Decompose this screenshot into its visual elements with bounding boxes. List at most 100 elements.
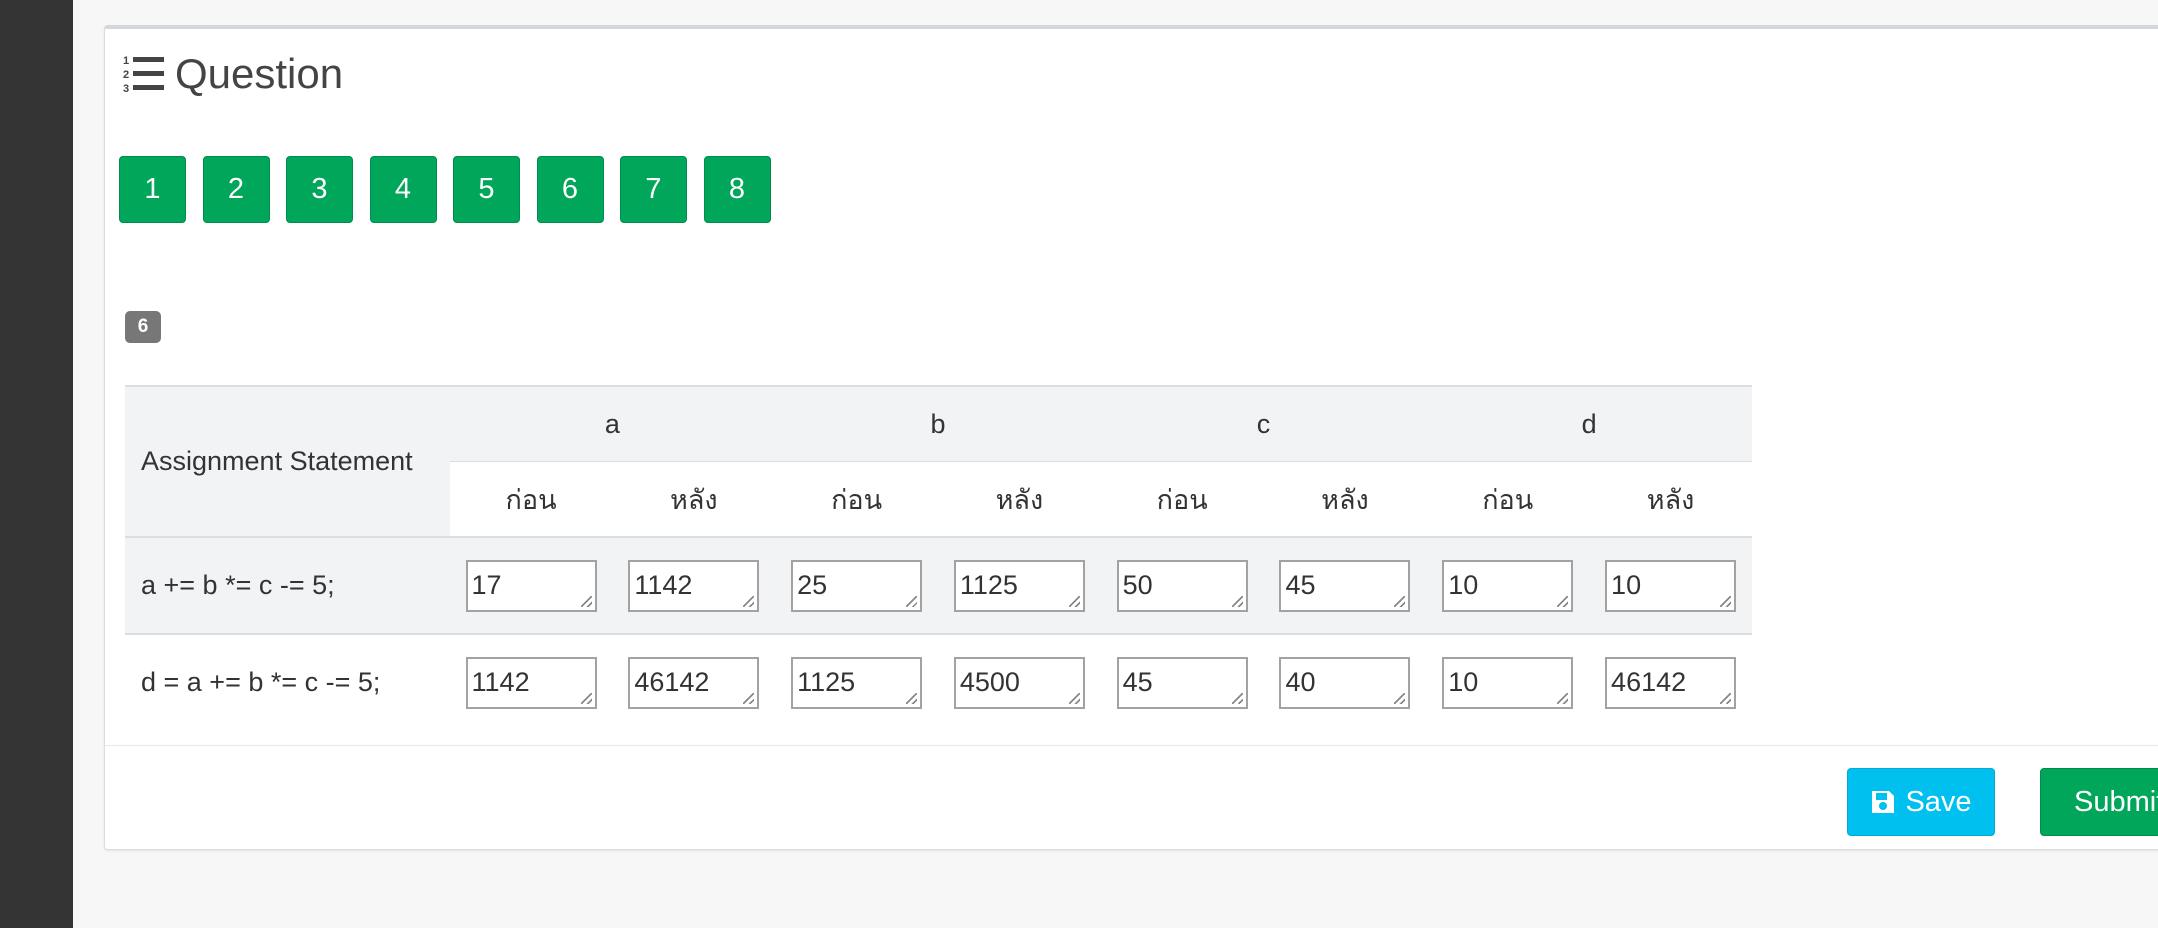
- resize-grip-icon[interactable]: [743, 692, 755, 704]
- value-text: 17: [471, 569, 502, 600]
- variable-header-d: d: [1426, 385, 1752, 462]
- svg-text:3: 3: [123, 83, 129, 94]
- value-textarea-a-before[interactable]: 1142: [465, 656, 597, 709]
- value-cell: 17: [450, 537, 613, 634]
- value-textarea-a-before[interactable]: 17: [465, 559, 597, 612]
- value-cell: 4500: [938, 634, 1101, 730]
- value-cell: 10: [1589, 537, 1752, 634]
- value-cell: 50: [1101, 537, 1264, 634]
- svg-text:1: 1: [123, 55, 129, 67]
- resize-grip-icon[interactable]: [1720, 595, 1732, 607]
- resize-grip-icon[interactable]: [1068, 595, 1080, 607]
- value-text: 45: [1285, 569, 1316, 600]
- value-text: 40: [1285, 666, 1316, 697]
- question-panel: 1 2 3 Question 12345678 6 Assignment Sta…: [104, 25, 2158, 850]
- value-textarea-b-before[interactable]: 1125: [791, 656, 923, 709]
- resize-grip-icon[interactable]: [743, 595, 755, 607]
- value-text: 50: [1122, 569, 1153, 600]
- value-textarea-c-before[interactable]: 45: [1116, 656, 1248, 709]
- assignment-statement: a += b *= c -= 5;: [141, 570, 335, 600]
- question-button-6[interactable]: 6: [536, 156, 604, 223]
- value-text: 10: [1611, 569, 1642, 600]
- value-text: 1142: [471, 666, 530, 697]
- variable-header-c: c: [1100, 385, 1427, 462]
- sidebar: [0, 0, 73, 928]
- value-cell: 46142: [1589, 634, 1752, 730]
- resize-grip-icon[interactable]: [1557, 595, 1569, 607]
- value-cell: 10: [1426, 537, 1589, 634]
- after-header: หลัง: [937, 461, 1101, 537]
- value-cell: 10: [1426, 634, 1589, 730]
- value-textarea-c-before[interactable]: 50: [1116, 559, 1248, 612]
- save-button-label: Save: [1905, 785, 1972, 818]
- value-cell: 1125: [775, 634, 938, 730]
- value-textarea-d-before[interactable]: 10: [1442, 559, 1574, 612]
- question-button-8[interactable]: 8: [703, 156, 771, 223]
- value-textarea-a-after[interactable]: 1142: [628, 559, 760, 612]
- resize-grip-icon[interactable]: [1557, 692, 1569, 704]
- value-cell: 46142: [612, 634, 775, 730]
- resize-grip-icon[interactable]: [1068, 692, 1080, 704]
- question-button-3[interactable]: 3: [286, 156, 353, 223]
- question-button-1[interactable]: 1: [119, 156, 186, 223]
- value-cell: 45: [1264, 537, 1427, 634]
- svg-text:2: 2: [123, 69, 129, 81]
- resize-grip-icon[interactable]: [1394, 595, 1406, 607]
- resize-grip-icon[interactable]: [1720, 692, 1732, 704]
- panel-title: Question: [175, 50, 344, 97]
- table-header-row-variables: Assignment Statement a b c d: [125, 385, 1752, 537]
- question-button-7[interactable]: 7: [620, 156, 687, 223]
- before-header: ก่อน: [775, 461, 938, 537]
- resize-grip-icon[interactable]: [906, 692, 918, 704]
- variable-header-b: b: [775, 385, 1101, 462]
- value-textarea-d-before[interactable]: 10: [1442, 656, 1574, 709]
- value-text: 25: [797, 569, 828, 600]
- value-textarea-b-before[interactable]: 25: [791, 559, 923, 612]
- after-header: หลัง: [1589, 461, 1752, 537]
- question-button-4[interactable]: 4: [369, 156, 437, 223]
- question-button-5[interactable]: 5: [453, 156, 520, 223]
- value-text: 1125: [797, 666, 856, 697]
- save-button[interactable]: Save: [1847, 768, 1995, 836]
- panel-header: 1 2 3 Question: [123, 49, 343, 99]
- list-ol-icon: 1 2 3: [123, 55, 164, 94]
- resize-grip-icon[interactable]: [1394, 692, 1406, 704]
- value-textarea-d-after[interactable]: 10: [1605, 559, 1737, 612]
- value-textarea-c-after[interactable]: 45: [1279, 559, 1411, 612]
- value-cell: 40: [1264, 634, 1427, 730]
- value-textarea-a-after[interactable]: 46142: [628, 656, 760, 709]
- variable-header-a: a: [449, 385, 776, 462]
- value-cell: 1142: [450, 634, 613, 730]
- resize-grip-icon[interactable]: [906, 595, 918, 607]
- value-textarea-c-after[interactable]: 40: [1279, 656, 1411, 709]
- value-text: 10: [1448, 666, 1479, 697]
- table-row: d = a += b *= c -= 5; 1142 46142 1125 4500 45…: [125, 634, 1752, 730]
- value-text: 1142: [634, 569, 693, 600]
- resize-grip-icon[interactable]: [580, 692, 592, 704]
- resize-grip-icon[interactable]: [1231, 595, 1243, 607]
- value-textarea-d-after[interactable]: 46142: [1605, 656, 1737, 709]
- assignment-table: Assignment Statement a b c d ก่อน หลัง ก…: [125, 385, 1752, 730]
- value-textarea-b-after[interactable]: 4500: [953, 656, 1085, 709]
- question-button-2[interactable]: 2: [202, 156, 270, 223]
- question-navigation: 12345678: [119, 156, 787, 223]
- value-text: 46142: [634, 666, 710, 697]
- resize-grip-icon[interactable]: [580, 595, 592, 607]
- footer-divider: [105, 745, 2158, 746]
- resize-grip-icon[interactable]: [1231, 692, 1243, 704]
- value-text: 10: [1448, 569, 1479, 600]
- before-header: ก่อน: [1426, 461, 1590, 537]
- submit-button[interactable]: Submit: [2040, 768, 2158, 836]
- after-header: หลัง: [1263, 461, 1427, 537]
- floppy-disk-icon: [1872, 791, 1895, 813]
- statement-column-header: Assignment Statement: [125, 385, 450, 537]
- value-textarea-b-after[interactable]: 1125: [953, 559, 1085, 612]
- value-cell: 1125: [938, 537, 1101, 634]
- before-header: ก่อน: [449, 461, 613, 537]
- value-cell: 45: [1101, 634, 1264, 730]
- value-text: 46142: [1611, 666, 1687, 697]
- assignment-statement: d = a += b *= c -= 5;: [141, 667, 381, 697]
- value-text: 1125: [959, 569, 1018, 600]
- table-body: a += b *= c -= 5; 17 1142 25 1125 50 45 10 10 d =…: [125, 537, 1752, 730]
- after-header: หลัง: [612, 461, 776, 537]
